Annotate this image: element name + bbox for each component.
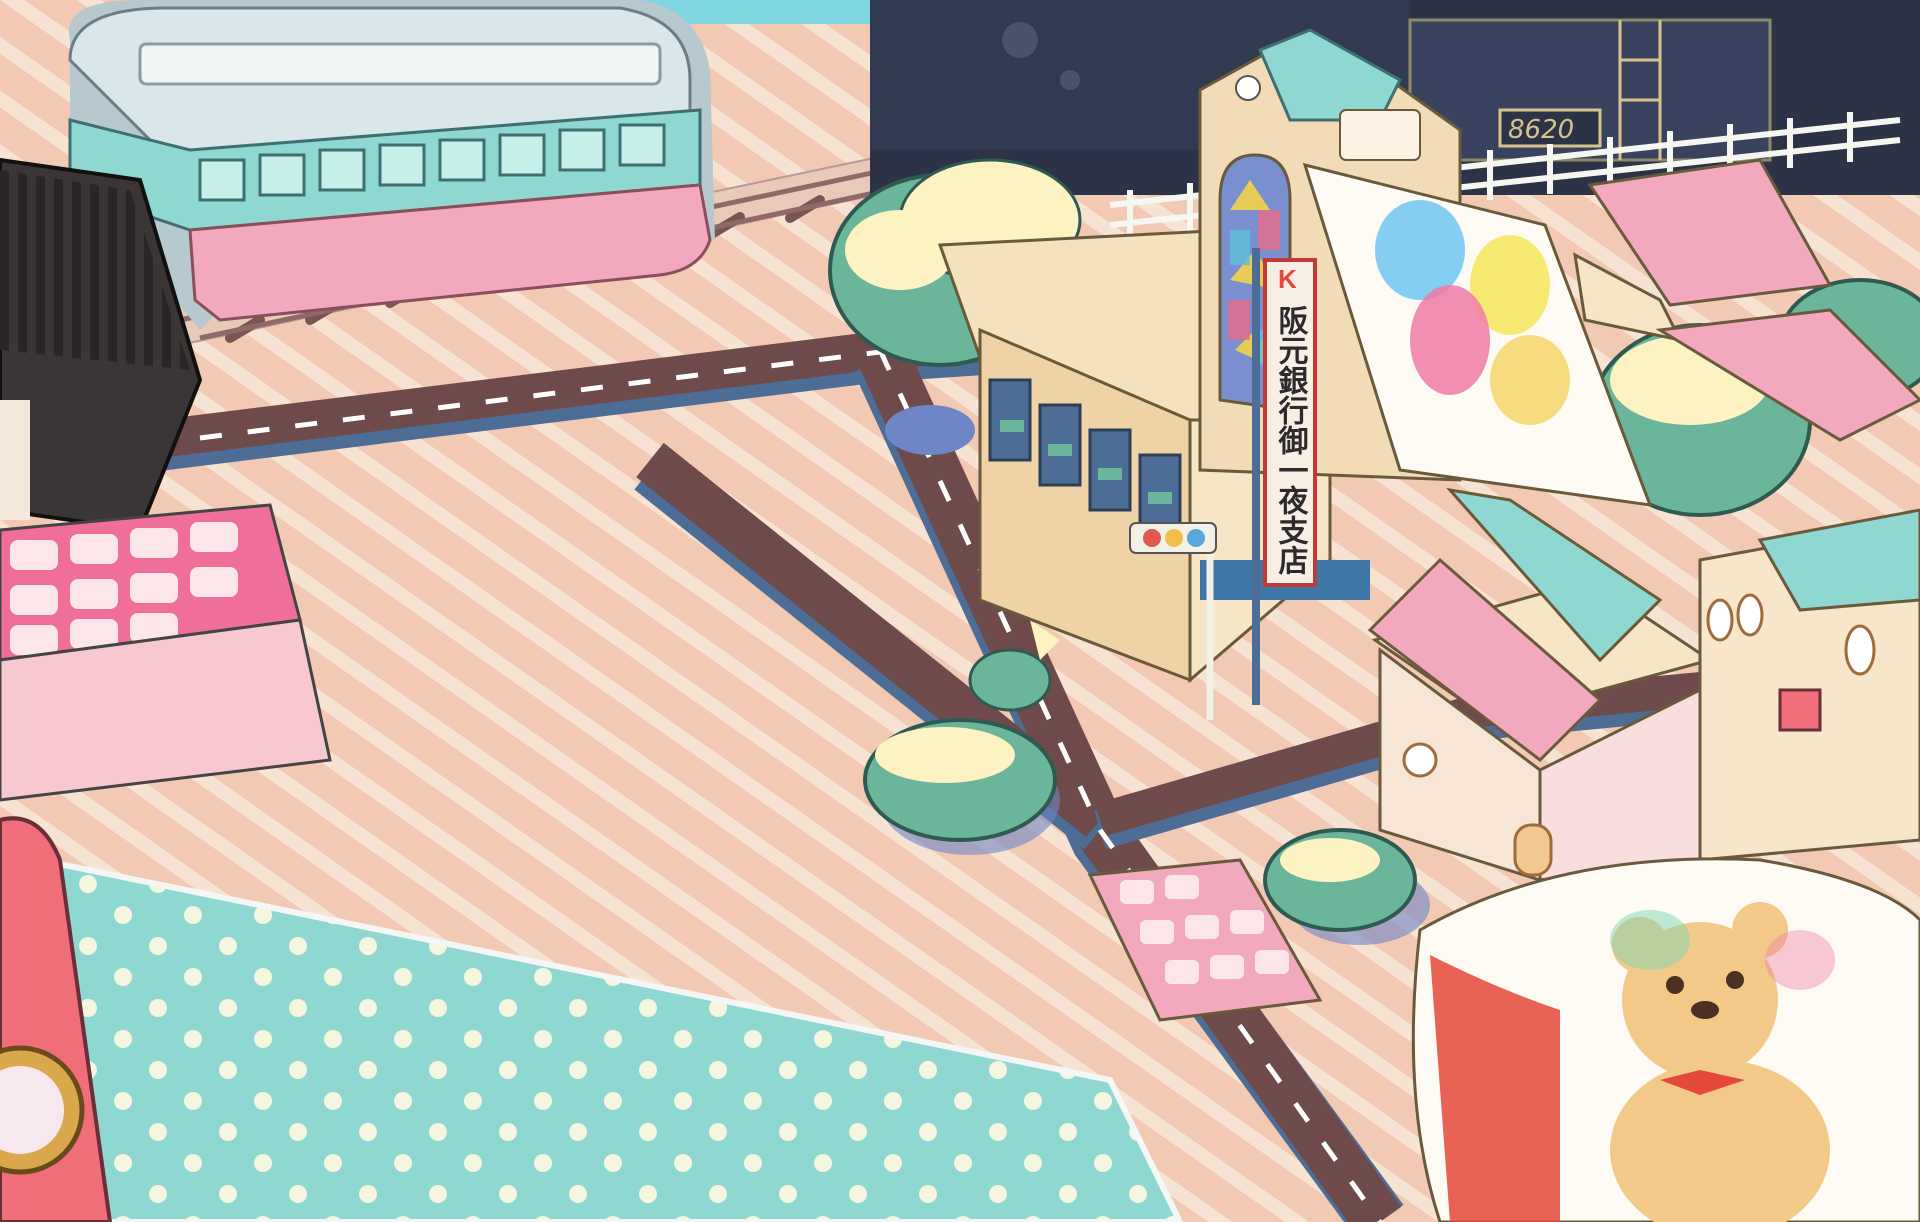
amber-lamp [1165, 529, 1183, 547]
bank-logo: K [1278, 264, 1297, 294]
engine-number: 8620 [1508, 115, 1574, 145]
pink-building [0, 503, 332, 802]
town-scene: 8620 K 阪元銀行 御一夜支店 [0, 0, 1920, 1222]
blue-shrub [885, 405, 975, 455]
row-houses [1698, 508, 1920, 862]
red-lamp [1143, 529, 1161, 547]
bear-flag [1411, 857, 1920, 1222]
bank-sign-line-2: 御一夜支店 [1273, 425, 1310, 576]
bank-sign-line-1: 阪元銀行 [1273, 305, 1310, 425]
blue-lamp [1187, 529, 1205, 547]
